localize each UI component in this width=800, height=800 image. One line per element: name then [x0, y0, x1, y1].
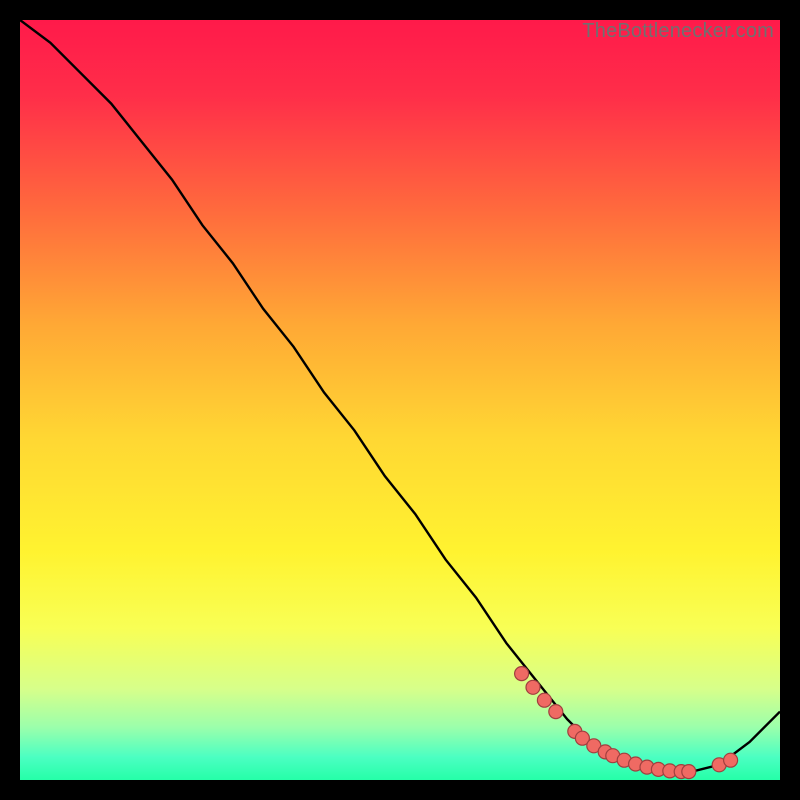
highlight-dot	[549, 705, 563, 719]
highlight-dot	[515, 667, 529, 681]
highlight-dot	[537, 693, 551, 707]
watermark-text: TheBottlenecker.com	[582, 20, 774, 43]
highlight-dot	[724, 753, 738, 767]
highlight-dot	[526, 680, 540, 694]
highlight-dot	[682, 765, 696, 779]
chart-frame: TheBottlenecker.com	[20, 20, 780, 780]
bottleneck-chart	[20, 20, 780, 780]
